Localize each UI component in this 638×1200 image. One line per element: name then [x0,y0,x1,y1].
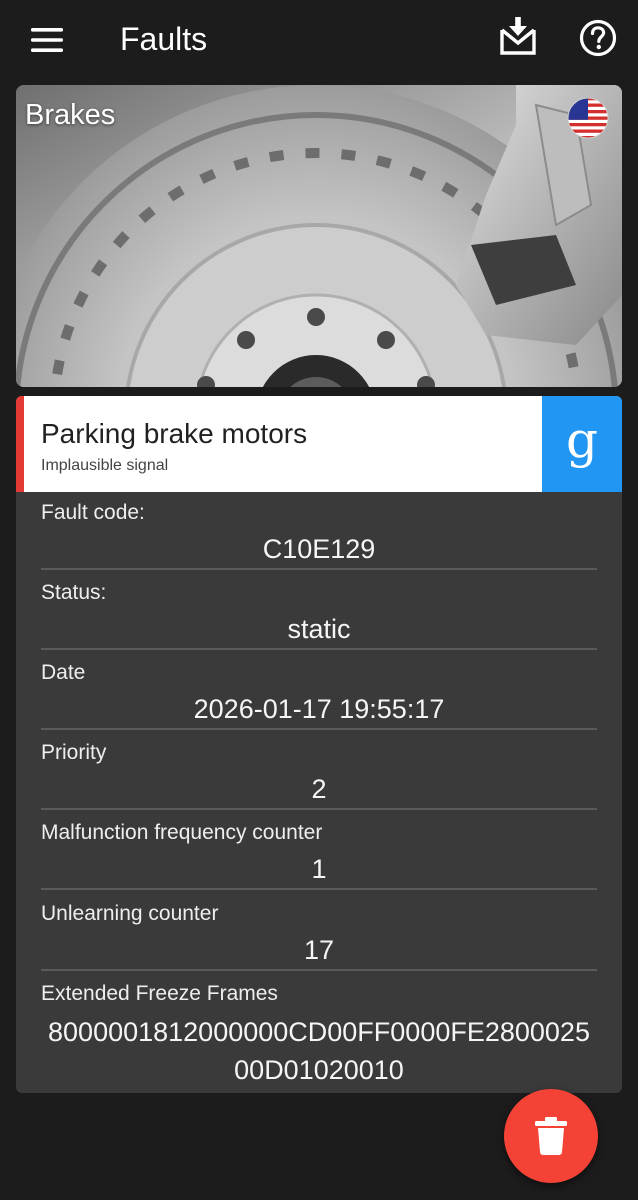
field-label: Malfunction frequency counter [41,821,323,844]
hamburger-menu-icon [31,28,63,52]
field-extended-freeze-frames: Extended Freeze Frames 8000001812000000C… [41,981,597,1089]
help-circle-icon [579,19,617,57]
field-value: 2 [311,774,327,804]
field-value: C10E129 [262,534,376,564]
fault-severity-bar [16,396,24,492]
trash-icon [535,1117,567,1155]
download-button[interactable] [494,12,542,60]
field-label: Fault code: [41,501,145,524]
field-date: Date 2026-01-17 19:55:17 [41,660,597,730]
google-search-button[interactable]: g [542,396,622,492]
field-label: Priority [41,741,107,764]
divider [41,568,597,570]
field-value: 2026-01-17 19:55:17 [193,694,445,724]
field-malfunction-frequency: Malfunction frequency counter 1 [41,820,597,890]
field-value: static [287,614,351,644]
menu-button[interactable] [22,22,72,58]
help-button[interactable] [574,14,622,62]
divider [41,648,597,650]
download-tray-icon [500,17,536,55]
field-label: Unlearning counter [41,902,219,925]
field-value: 17 [303,935,335,965]
field-status: Status: static [41,580,597,650]
fault-description: Implausible signal [41,457,169,474]
delete-fab[interactable] [504,1089,598,1183]
page-title: Faults [120,21,208,57]
google-g-icon: g [565,411,598,469]
field-value: 1 [311,854,327,884]
category-title: Brakes [25,99,116,131]
category-banner[interactable]: Brakes [16,85,622,387]
field-label: Status: [41,581,107,604]
fault-header[interactable]: Parking brake motors Implausible signal … [16,396,622,492]
divider [41,808,597,810]
fault-card: Parking brake motors Implausible signal … [16,396,622,1093]
us-flag-icon[interactable] [567,97,609,139]
divider [41,728,597,730]
divider [41,888,597,890]
field-label: Date [41,661,86,684]
field-priority: Priority 2 [41,740,597,810]
field-label: Extended Freeze Frames [41,982,278,1005]
field-unlearning-counter: Unlearning counter 17 [41,901,597,971]
top-app-bar: Faults [0,0,638,80]
field-fault-code: Fault code: C10E129 [41,500,597,570]
divider [41,969,597,971]
field-value: 8000001812000000CD00FF0000FE280002500D01… [48,1017,590,1085]
fault-name: Parking brake motors [41,418,308,449]
